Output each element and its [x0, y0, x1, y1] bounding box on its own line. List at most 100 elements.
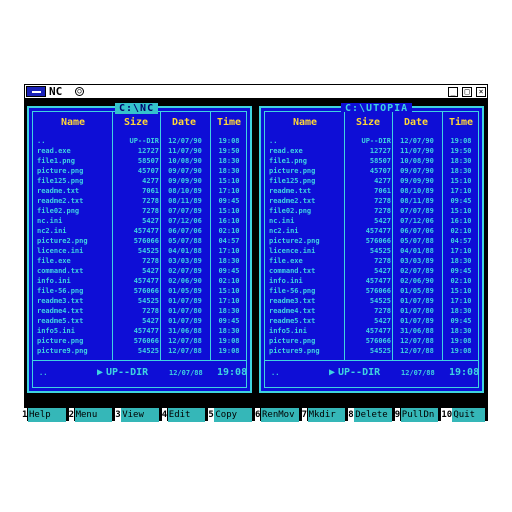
file-row[interactable]: .. UP--DIR 12/07/90 19:08: [261, 136, 482, 146]
command-line[interactable]: C:\NC: [24, 397, 54, 408]
file-row[interactable]: file-56.png 576066 01/05/89 15:10: [261, 286, 482, 296]
file-row[interactable]: info.ini 457477 02/06/90 02:10: [29, 276, 250, 286]
file-row[interactable]: file1.png 58507 10/08/90 18:30: [29, 156, 250, 166]
fkey-renmov-button[interactable]: 6 RenMov: [255, 408, 302, 422]
file-row[interactable]: picture.png 576066 12/07/88 19:08: [29, 336, 250, 346]
file-row[interactable]: info5.ini 457477 31/06/88 18:30: [261, 326, 482, 336]
file-row[interactable]: nc2.ini 457477 06/07/06 02:10: [261, 226, 482, 236]
maximize-button[interactable]: □: [462, 87, 472, 97]
left-header-size[interactable]: Size: [113, 117, 159, 128]
file-row[interactable]: nc2.ini 457477 06/07/06 02:10: [29, 226, 250, 236]
minimize-button[interactable]: _: [448, 87, 458, 97]
file-row[interactable]: picture2.png 576066 05/07/88 04:57: [261, 236, 482, 246]
file-size: 4277: [142, 177, 159, 185]
file-row[interactable]: file02.png 7278 07/07/89 15:10: [29, 206, 250, 216]
file-row[interactable]: nc.ini 5427 07/12/06 16:10: [29, 216, 250, 226]
left-header-date[interactable]: Date: [159, 117, 209, 128]
file-row[interactable]: file125.png 4277 09/09/90 15:10: [29, 176, 250, 186]
fkey-label: Copy: [214, 408, 252, 422]
file-row[interactable]: readme2.txt 7278 08/11/89 09:45: [261, 196, 482, 206]
right-header-name[interactable]: Name: [265, 117, 345, 128]
file-row[interactable]: picture9.png 54525 12/07/88 19:08: [261, 346, 482, 356]
file-row[interactable]: nc.ini 5427 07/12/06 16:10: [261, 216, 482, 226]
file-row[interactable]: .. UP--DIR 12/07/90 19:08: [29, 136, 250, 146]
file-row[interactable]: command.txt 5427 02/07/89 09:45: [29, 266, 250, 276]
file-size: 7278: [142, 207, 159, 215]
left-header-name[interactable]: Name: [33, 117, 113, 128]
file-row[interactable]: readme4.txt 7278 01/07/80 18:30: [29, 306, 250, 316]
file-row[interactable]: picture.png 576066 12/07/88 19:08: [261, 336, 482, 346]
file-row[interactable]: licence.ini 54525 04/01/88 17:10: [29, 246, 250, 256]
title-bar: NC ○ _ □ ×: [24, 84, 488, 99]
file-row[interactable]: file.exe 7278 03/03/89 18:30: [261, 256, 482, 266]
file-row[interactable]: readme5.txt 5427 01/07/89 09:45: [29, 316, 250, 326]
file-row[interactable]: picture.png 45707 09/07/90 18:30: [261, 166, 482, 176]
close-button[interactable]: ×: [476, 87, 486, 97]
file-date: 05/07/88: [400, 237, 434, 245]
file-time: 09:45: [218, 197, 240, 205]
file-row[interactable]: file02.png 7278 07/07/89 15:10: [261, 206, 482, 216]
file-row[interactable]: command.txt 5427 02/07/89 09:45: [261, 266, 482, 276]
file-row[interactable]: file-56.png 576066 01/05/89 15:10: [29, 286, 250, 296]
right-header-size[interactable]: Size: [345, 117, 391, 128]
file-name: nc2.ini: [269, 227, 299, 235]
fkey-number: 1: [22, 408, 28, 422]
left-panel[interactable]: C:\NC Name Size Date Time .. UP--DIR 12/07…: [27, 103, 252, 393]
file-row[interactable]: readme.txt 7061 08/10/89 17:10: [261, 186, 482, 196]
file-row[interactable]: picture.png 45707 09/07/90 18:30: [29, 166, 250, 176]
right-panel[interactable]: C:\UTOPIA Name Size Date Time .. UP--DIR 1…: [259, 103, 484, 393]
fkey-copy-button[interactable]: 5 Copy: [208, 408, 255, 422]
file-time: 18:30: [218, 327, 240, 335]
fkey-view-button[interactable]: 3 View: [115, 408, 162, 422]
file-row[interactable]: readme3.txt 54525 01/07/89 17:10: [29, 296, 250, 306]
fkey-mkdir-button[interactable]: 7 Mkdir: [301, 408, 349, 422]
file-date: 10/08/90: [168, 157, 202, 165]
fkey-edit-button[interactable]: 4 Edit: [161, 408, 209, 422]
file-date: 01/05/89: [168, 287, 202, 295]
file-size: 457477: [133, 227, 159, 235]
fkey-quit-button[interactable]: 10 Quit: [441, 408, 488, 422]
file-row[interactable]: readme.txt 7061 08/10/89 17:10: [29, 186, 250, 196]
file-name: nc.ini: [37, 217, 63, 225]
left-header-time[interactable]: Time: [211, 117, 247, 128]
file-row[interactable]: read.exe 12727 11/07/90 19:50: [261, 146, 482, 156]
file-date: 07/07/89: [168, 207, 202, 215]
right-header-time[interactable]: Time: [443, 117, 479, 128]
file-row[interactable]: read.exe 12727 11/07/90 19:50: [29, 146, 250, 156]
right-header-date[interactable]: Date: [391, 117, 441, 128]
file-row[interactable]: info.ini 457477 02/06/90 02:10: [261, 276, 482, 286]
file-name: picture2.png: [37, 237, 88, 245]
file-row[interactable]: file.exe 7278 03/03/89 18:30: [29, 256, 250, 266]
fkey-label: Quit: [452, 408, 485, 422]
file-row[interactable]: info5.ini 457477 31/06/88 18:30: [29, 326, 250, 336]
file-row[interactable]: file1.png 58507 10/08/90 18:30: [261, 156, 482, 166]
right-file-list: .. UP--DIR 12/07/90 19:08 read.exe 12727 11/07…: [261, 136, 482, 356]
file-row[interactable]: readme5.txt 5427 01/07/89 09:45: [261, 316, 482, 326]
left-status-type: UP--DIR: [106, 367, 149, 378]
file-name: picture2.png: [269, 237, 320, 245]
file-row[interactable]: readme4.txt 7278 01/07/80 18:30: [261, 306, 482, 316]
file-time: 16:10: [450, 217, 472, 225]
file-row[interactable]: picture9.png 54525 12/07/88 19:08: [29, 346, 250, 356]
file-size: 5427: [142, 317, 159, 325]
file-time: 18:30: [218, 257, 240, 265]
fkey-pulldn-button[interactable]: 9 PullDn: [394, 408, 442, 422]
fkey-menu-button[interactable]: 2 Menu: [68, 408, 116, 422]
file-row[interactable]: file125.png 4277 09/09/90 15:10: [261, 176, 482, 186]
system-menu-icon[interactable]: [26, 86, 46, 97]
right-status-type: UP--DIR: [338, 367, 381, 378]
file-row[interactable]: licence.ini 54525 04/01/88 17:10: [261, 246, 482, 256]
file-time: 19:08: [218, 337, 240, 345]
right-status-time: 19:08: [449, 367, 480, 378]
fkey-help-button[interactable]: 1 Help: [22, 408, 69, 422]
file-row[interactable]: readme2.txt 7278 08/11/89 09:45: [29, 196, 250, 206]
file-row[interactable]: readme3.txt 54525 01/07/89 17:10: [261, 296, 482, 306]
file-size: 12727: [369, 147, 391, 155]
file-row[interactable]: picture2.png 576066 05/07/88 04:57: [29, 236, 250, 246]
left-status-bar: .. ▶ UP--DIR 12/07/88 19:08: [29, 366, 250, 380]
file-size: 457477: [365, 327, 391, 335]
fkey-label: Menu: [74, 408, 113, 422]
file-name: file.exe: [37, 257, 71, 265]
file-name: picture.png: [37, 167, 84, 175]
fkey-delete-button[interactable]: 8 Delete: [348, 408, 395, 422]
